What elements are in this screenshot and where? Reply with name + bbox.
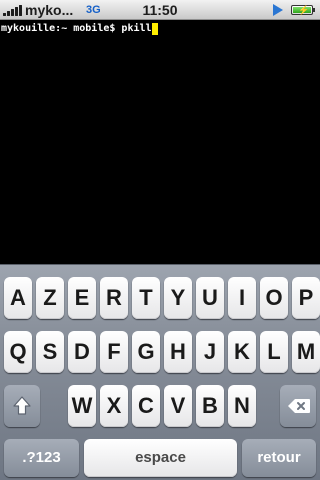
key-z[interactable]: Z	[36, 277, 64, 319]
key-l[interactable]: L	[260, 331, 288, 373]
key-u[interactable]: U	[196, 277, 224, 319]
battery-tip	[313, 8, 315, 12]
key-v[interactable]: V	[164, 385, 192, 427]
key-o[interactable]: O	[260, 277, 288, 319]
battery-charging-icon: ⚡	[291, 5, 313, 15]
text-cursor	[151, 23, 158, 35]
key-m[interactable]: M	[292, 331, 320, 373]
key-y[interactable]: Y	[164, 277, 192, 319]
return-key[interactable]: retour	[242, 439, 316, 477]
key-p[interactable]: P	[292, 277, 320, 319]
key-b[interactable]: B	[196, 385, 224, 427]
key-e[interactable]: E	[68, 277, 96, 319]
key-t[interactable]: T	[132, 277, 160, 319]
key-c[interactable]: C	[132, 385, 160, 427]
key-q[interactable]: Q	[4, 331, 32, 373]
terminal-prompt: mykouille:~ mobile$	[1, 23, 122, 34]
terminal-line: mykouille:~ mobile$ pkill	[1, 23, 158, 35]
key-j[interactable]: J	[196, 331, 224, 373]
terminal-view[interactable]: mykouille:~ mobile$ pkill	[0, 20, 320, 264]
backspace-icon	[288, 399, 310, 413]
on-screen-keyboard: A Z E R T Y U I O P Q S D F G H J K L M …	[0, 264, 320, 480]
status-time: 11:50	[142, 2, 178, 18]
status-bar: myko... 3G 11:50 ⚡	[0, 0, 320, 20]
shift-key[interactable]	[4, 385, 40, 427]
numbers-key[interactable]: .?123	[4, 439, 79, 477]
key-s[interactable]: S	[36, 331, 64, 373]
key-g[interactable]: G	[132, 331, 160, 373]
space-key[interactable]: espace	[84, 439, 237, 477]
key-w[interactable]: W	[68, 385, 96, 427]
play-icon	[273, 4, 283, 16]
key-f[interactable]: F	[100, 331, 128, 373]
key-d[interactable]: D	[68, 331, 96, 373]
backspace-key[interactable]	[280, 385, 316, 427]
key-x[interactable]: X	[100, 385, 128, 427]
key-k[interactable]: K	[228, 331, 256, 373]
key-n[interactable]: N	[228, 385, 256, 427]
terminal-command: pkill	[121, 23, 152, 34]
key-r[interactable]: R	[100, 277, 128, 319]
shift-arrow-icon	[13, 396, 31, 415]
key-a[interactable]: A	[4, 277, 32, 319]
key-h[interactable]: H	[164, 331, 192, 373]
key-i[interactable]: I	[228, 277, 256, 319]
